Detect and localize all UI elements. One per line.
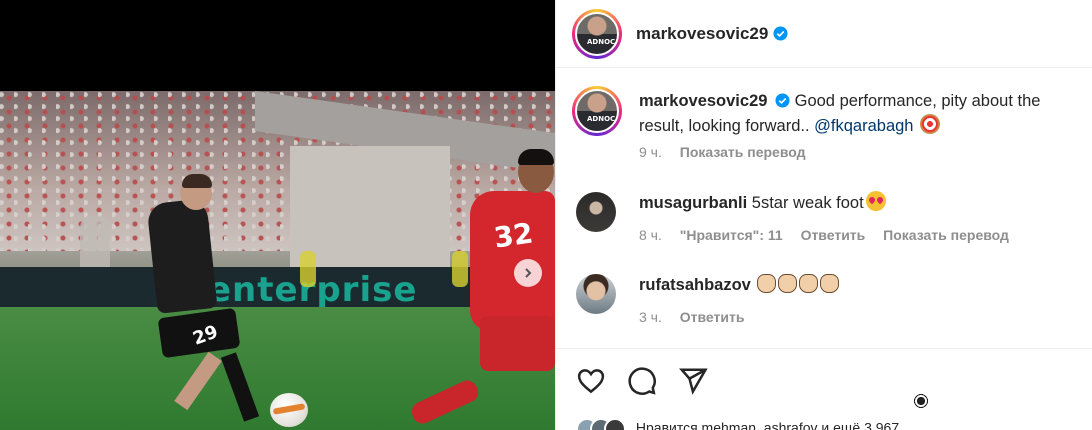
- avatar-shirt-text: ADNOC: [587, 37, 616, 46]
- clap-emoji-icon: [799, 274, 819, 293]
- show-translation-button[interactable]: Показать перевод: [883, 227, 1009, 243]
- player-shorts: [480, 316, 555, 371]
- clap-emoji-icon: [757, 274, 777, 293]
- comment-row: musagurbanli 5star weak foot 8 ч. "Нрави…: [556, 189, 1092, 249]
- share-button[interactable]: [678, 366, 710, 398]
- likes-summary[interactable]: Нравится mehman_ashrafov и ещё 3 967: [576, 418, 899, 430]
- soccer-ball-emoji-icon: [911, 391, 931, 411]
- actions-divider: [556, 348, 1092, 349]
- avatar-shirt-text: ADNOC: [587, 115, 616, 123]
- comment-meta: 3 ч. Ответить: [639, 309, 744, 325]
- caption-meta: 9 ч. Показать перевод: [639, 144, 806, 160]
- post-media: enterprise 29 32: [0, 0, 555, 430]
- liker-avatar: [604, 418, 626, 430]
- steward-1: [300, 251, 316, 287]
- comment-time[interactable]: 3 ч.: [639, 309, 662, 325]
- header-username[interactable]: markovesovic29: [636, 24, 768, 44]
- clap-emoji-icon: [778, 274, 798, 293]
- post-sidebar: ADNOC markovesovic29 ADNOC markovesovic2…: [555, 0, 1092, 430]
- verified-badge-icon: [773, 26, 788, 41]
- caption-time[interactable]: 9 ч.: [639, 144, 662, 160]
- caption-text: markovesovic29 Good performance, pity ab…: [639, 89, 1079, 411]
- reply-button[interactable]: Ответить: [680, 309, 745, 325]
- steward-2: [452, 251, 468, 287]
- likes-text: Нравится mehman_ashrafov и ещё 3 967: [635, 419, 900, 430]
- chevron-right-icon: [525, 268, 532, 278]
- comment-row: rufatsahbazov 3 ч. Ответить: [556, 273, 1092, 333]
- clap-emoji-icon: [820, 274, 840, 293]
- caption-author-avatar[interactable]: ADNOC: [572, 86, 622, 136]
- share-icon: [678, 368, 708, 395]
- avatar-image: ADNOC: [575, 89, 619, 133]
- comment-username[interactable]: rufatsahbazov: [639, 276, 751, 294]
- heart-eyes-emoji-icon: [865, 191, 886, 211]
- comment-body: 5star weak foot: [751, 194, 864, 212]
- comment-username[interactable]: musagurbanli: [639, 194, 747, 212]
- player-hair: [182, 174, 212, 188]
- comment-likes-count[interactable]: "Нравится": 11: [680, 227, 783, 243]
- author-avatar[interactable]: ADNOC: [572, 8, 622, 59]
- reply-button[interactable]: Ответить: [801, 227, 866, 243]
- post-actions: [576, 366, 710, 398]
- heart-icon: [577, 369, 605, 394]
- show-translation-button[interactable]: Показать перевод: [680, 144, 806, 160]
- verified-badge-icon: [775, 93, 790, 108]
- caption-username[interactable]: markovesovic29: [639, 92, 767, 110]
- avatar-image: ADNOC: [575, 11, 619, 56]
- player-red-kit: [470, 191, 555, 331]
- comment-meta: 8 ч. "Нравится": 11 Ответить Показать пе…: [639, 227, 1009, 243]
- comment-button[interactable]: [627, 366, 659, 398]
- commenter-avatar[interactable]: [576, 274, 616, 314]
- comment-text: musagurbanli 5star weak foot: [639, 191, 1079, 216]
- target-emoji-icon: [920, 114, 941, 134]
- post-photo[interactable]: enterprise 29 32: [0, 91, 555, 430]
- next-photo-button[interactable]: [514, 259, 542, 287]
- player-number: 32: [491, 216, 536, 255]
- comment-time[interactable]: 8 ч.: [639, 227, 662, 243]
- post-header: ADNOC markovesovic29: [556, 0, 1092, 68]
- caption-row: ADNOC markovesovic29 Good performance, p…: [556, 86, 1092, 411]
- like-button[interactable]: [576, 366, 608, 398]
- comment-icon: [628, 367, 656, 395]
- player-hair: [518, 149, 554, 165]
- comment-text: rufatsahbazov: [639, 273, 1079, 298]
- player-black-kit: [146, 198, 218, 314]
- caption-mention[interactable]: @fkqarabagh: [814, 117, 913, 135]
- commenter-avatar[interactable]: [576, 192, 616, 232]
